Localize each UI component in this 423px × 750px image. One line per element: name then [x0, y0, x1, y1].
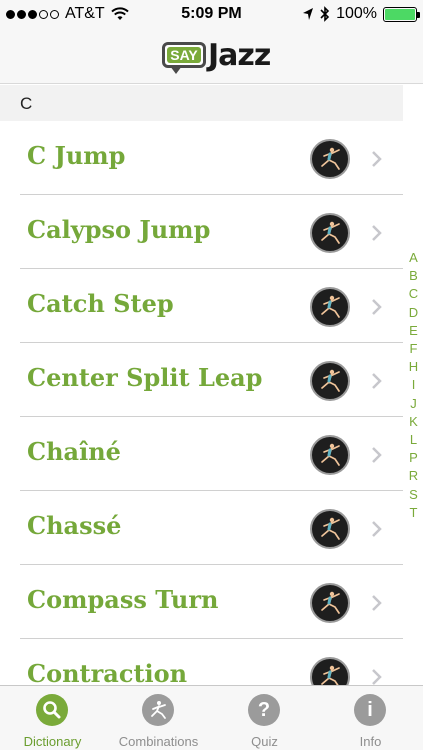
index-letter[interactable]: F	[410, 340, 418, 358]
battery-tip	[417, 11, 420, 18]
chevron-right-icon	[372, 151, 382, 167]
chevron-right-icon	[372, 595, 382, 611]
list-item-label: Calypso Jump	[27, 215, 211, 244]
chevron-right-icon	[372, 669, 382, 685]
tab-label: Combinations	[118, 734, 199, 749]
tab-label: Info	[359, 734, 382, 749]
chevron-right-icon	[372, 521, 382, 537]
status-right: 100%	[302, 5, 420, 23]
alphabet-index[interactable]: A B C D E F H I J K L P R S T	[404, 249, 423, 522]
index-letter[interactable]: P	[409, 449, 418, 467]
list-item[interactable]: Compass Turn	[0, 565, 403, 639]
dancer-icon[interactable]	[310, 583, 350, 623]
list-item-label: Compass Turn	[27, 585, 219, 614]
index-letter[interactable]: B	[409, 267, 418, 285]
tab-combinations[interactable]: Combinations	[106, 686, 211, 750]
chevron-right-icon	[372, 225, 382, 241]
list-item-label: Center Split Leap	[27, 363, 263, 392]
list-item[interactable]: Contraction	[0, 639, 403, 685]
search-icon	[36, 694, 68, 726]
dancer-icon[interactable]	[310, 139, 350, 179]
chevron-right-icon	[372, 373, 382, 389]
index-letter[interactable]: L	[410, 431, 417, 449]
dictionary-list[interactable]: C Jump Calypso Jump Catch Step Center Sp…	[0, 121, 403, 685]
list-item-label: Contraction	[27, 659, 188, 685]
index-letter[interactable]: E	[409, 322, 418, 340]
tab-label: Dictionary	[23, 734, 82, 749]
chevron-right-icon	[372, 299, 382, 315]
list-item[interactable]: Chassé	[0, 491, 403, 565]
logo-say-bubble: SAY	[162, 42, 206, 68]
index-letter[interactable]: C	[409, 285, 418, 303]
index-letter[interactable]: I	[412, 376, 416, 394]
index-letter[interactable]: K	[409, 413, 418, 431]
nav-header: SAY Jazz	[0, 30, 423, 84]
tab-dictionary[interactable]: Dictionary	[0, 686, 105, 750]
index-letter[interactable]: D	[409, 304, 418, 322]
status-bar: AT&T 5:09 PM 100%	[0, 0, 423, 30]
list-item[interactable]: C Jump	[0, 121, 403, 195]
dancer-icon	[142, 694, 174, 726]
question-icon: ?	[248, 694, 280, 726]
index-letter[interactable]: J	[410, 395, 417, 413]
dancer-icon[interactable]	[310, 361, 350, 401]
tab-bar: Dictionary Combinations ? Quiz i Info	[0, 685, 423, 750]
tab-quiz[interactable]: ? Quiz	[212, 686, 317, 750]
list-item-label: Chaîné	[27, 437, 121, 466]
section-header: C	[0, 85, 403, 121]
list-item-label: C Jump	[27, 141, 126, 170]
section-letter: C	[20, 94, 33, 113]
index-letter[interactable]: A	[409, 249, 418, 267]
dancer-icon[interactable]	[310, 435, 350, 475]
list-item[interactable]: Catch Step	[0, 269, 403, 343]
battery-fill	[385, 8, 415, 20]
list-item[interactable]: Chaîné	[0, 417, 403, 491]
list-item[interactable]: Center Split Leap	[0, 343, 403, 417]
battery-icon	[383, 6, 420, 22]
index-letter[interactable]: H	[409, 358, 418, 376]
tab-info[interactable]: i Info	[318, 686, 423, 750]
app-logo: SAY Jazz	[162, 38, 271, 76]
list-item-label: Catch Step	[27, 289, 174, 318]
dancer-icon[interactable]	[310, 287, 350, 327]
tab-label: Quiz	[251, 734, 278, 749]
dancer-icon[interactable]	[310, 213, 350, 253]
list-item[interactable]: Calypso Jump	[0, 195, 403, 269]
logo-say-text: SAY	[167, 47, 201, 63]
chevron-right-icon	[372, 447, 382, 463]
bluetooth-icon	[320, 6, 330, 22]
logo-jazz-text: Jazz	[208, 38, 271, 73]
info-icon: i	[354, 694, 386, 726]
location-arrow-icon	[303, 8, 314, 20]
battery-percent: 100%	[336, 5, 377, 22]
dancer-icon[interactable]	[310, 657, 350, 685]
logo-bubble-tail	[170, 66, 182, 74]
index-letter[interactable]: T	[410, 504, 418, 522]
dancer-icon[interactable]	[310, 509, 350, 549]
index-letter[interactable]: R	[409, 467, 418, 485]
index-letter[interactable]: S	[409, 486, 418, 504]
list-item-label: Chassé	[27, 511, 122, 540]
